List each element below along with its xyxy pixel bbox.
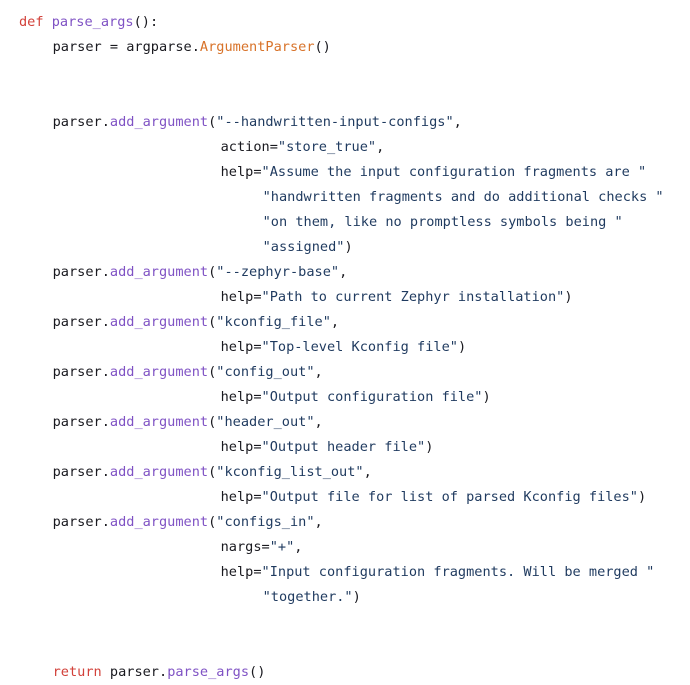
code-token-plain: parser. bbox=[52, 464, 110, 480]
code-token-function: add_argument bbox=[109, 264, 209, 280]
code-token-punct: , bbox=[376, 139, 385, 155]
code-token-plain: nargs= bbox=[220, 539, 270, 555]
code-line: help="Assume the input configuration fra… bbox=[0, 160, 690, 185]
code-token-plain: parser. bbox=[52, 414, 110, 430]
code-token-punct: (): bbox=[133, 14, 159, 30]
code-token-string: "Output configuration file" bbox=[261, 389, 483, 405]
code-token-plain: help= bbox=[220, 389, 262, 405]
code-token-function: add_argument bbox=[109, 414, 209, 430]
code-token-plain: parser. bbox=[52, 264, 110, 280]
code-token-string: "header_out" bbox=[216, 414, 315, 430]
code-line: parser.add_argument("kconfig_list_out", bbox=[0, 460, 690, 485]
code-line: help="Output configuration file") bbox=[0, 385, 690, 410]
code-token-plain: parser. bbox=[52, 114, 110, 130]
code-token-punct: () bbox=[249, 664, 266, 680]
code-token-punct: ) bbox=[344, 239, 353, 255]
code-token-plain: help= bbox=[220, 564, 262, 580]
code-token-function: add_argument bbox=[109, 114, 209, 130]
code-token-string: "+" bbox=[269, 539, 295, 555]
code-token-string: "together." bbox=[262, 589, 353, 605]
code-token-plain: help= bbox=[220, 489, 262, 505]
code-token-plain: parser. bbox=[52, 314, 110, 330]
code-token-plain: help= bbox=[220, 164, 262, 180]
code-line: "together.") bbox=[0, 585, 690, 610]
code-token-punct: ) bbox=[482, 389, 491, 405]
code-token-string: "Assume the input configuration fragment… bbox=[261, 164, 647, 180]
code-token-string: "--zephyr-base" bbox=[216, 264, 340, 280]
code-line: help="Top-level Kconfig file") bbox=[0, 335, 690, 360]
code-token-punct: , bbox=[314, 364, 323, 380]
code-token-punct: ) bbox=[425, 439, 434, 455]
code-token-string: "assigned" bbox=[262, 239, 345, 255]
code-line: parser.add_argument("--zephyr-base", bbox=[0, 260, 690, 285]
code-token-string: "kconfig_list_out" bbox=[216, 464, 364, 480]
code-token-plain: parser = argparse. bbox=[52, 39, 200, 55]
code-token-plain: parser. bbox=[52, 364, 110, 380]
code-token-function: add_argument bbox=[109, 364, 209, 380]
code-token-punct: , bbox=[294, 539, 303, 555]
code-token-punct: , bbox=[330, 314, 340, 330]
code-token-punct: , bbox=[339, 264, 348, 280]
code-line: parser.add_argument("header_out", bbox=[0, 410, 690, 435]
code-token-string: "Path to current Zephyr installation" bbox=[261, 289, 565, 305]
code-line: parser.add_argument("--handwritten-input… bbox=[0, 110, 690, 135]
code-token-string: "Output header file" bbox=[261, 439, 426, 455]
code-line: def parse_args(): bbox=[0, 10, 690, 35]
code-line: help="Path to current Zephyr installatio… bbox=[0, 285, 690, 310]
code-token-punct: , bbox=[314, 514, 323, 530]
code-token-function: add_argument bbox=[109, 314, 209, 330]
code-line: nargs="+", bbox=[0, 535, 690, 560]
code-token-keyword: return bbox=[52, 664, 102, 680]
code-line: "assigned") bbox=[0, 235, 690, 260]
code-token-punct: , bbox=[363, 464, 372, 480]
code-token-string: "store_true" bbox=[277, 139, 377, 155]
code-token-plain: help= bbox=[220, 439, 262, 455]
code-line: "on them, like no promptless symbols bei… bbox=[0, 210, 690, 235]
code-token-plain: parser. bbox=[101, 664, 168, 680]
code-line: help="Output file for list of parsed Kco… bbox=[0, 485, 690, 510]
code-token-keyword: def bbox=[19, 14, 44, 30]
code-token-class-name: ArgumentParser bbox=[199, 39, 315, 55]
code-token-string: "kconfig_file" bbox=[216, 314, 331, 330]
code-token-plain: help= bbox=[220, 339, 262, 355]
code-token-plain: parser. bbox=[52, 514, 110, 530]
code-line: parser.add_argument("configs_in", bbox=[0, 510, 690, 535]
code-token-function: parse_args bbox=[51, 14, 134, 30]
code-line: action="store_true", bbox=[0, 135, 690, 160]
code-token-string: "config_out" bbox=[216, 364, 315, 380]
code-token-punct: ) bbox=[564, 289, 573, 305]
code-token-function: parse_args bbox=[167, 664, 250, 680]
code-token-string: "Input configuration fragments. Will be … bbox=[261, 564, 655, 580]
code-line: parser = argparse.ArgumentParser() bbox=[0, 35, 690, 60]
code-token-punct: , bbox=[314, 414, 323, 430]
code-line: "handwritten fragments and do additional… bbox=[0, 185, 690, 210]
code-token-string: "Top-level Kconfig file" bbox=[261, 339, 458, 355]
code-token-punct: () bbox=[314, 39, 331, 55]
code-token-punct: ) bbox=[457, 339, 467, 355]
code-token-plain: help= bbox=[220, 289, 262, 305]
code-token-string: "on them, like no promptless symbols bei… bbox=[262, 214, 623, 230]
code-token-function: add_argument bbox=[109, 464, 209, 480]
code-token-punct: , bbox=[453, 114, 462, 130]
code-line: help="Input configuration fragments. Wil… bbox=[0, 560, 690, 585]
code-token-punct: ) bbox=[352, 589, 361, 605]
code-token-function: add_argument bbox=[109, 514, 209, 530]
code-token-string: "--handwritten-input-configs" bbox=[216, 114, 454, 130]
code-token-punct: ) bbox=[638, 489, 647, 505]
code-listing: def parse_args(): parser = argparse.Argum… bbox=[0, 0, 690, 680]
code-token-string: "handwritten fragments and do additional… bbox=[262, 189, 664, 205]
code-line: parser.add_argument("config_out", bbox=[0, 360, 690, 385]
code-token-string: "Output file for list of parsed Kconfig … bbox=[261, 489, 638, 505]
code-line: parser.add_argument("kconfig_file", bbox=[0, 310, 690, 335]
code-line: return parser.parse_args() bbox=[0, 660, 690, 685]
code-token-string: "configs_in" bbox=[216, 514, 315, 530]
code-line: help="Output header file") bbox=[0, 435, 690, 460]
code-token-plain: action= bbox=[220, 139, 278, 155]
